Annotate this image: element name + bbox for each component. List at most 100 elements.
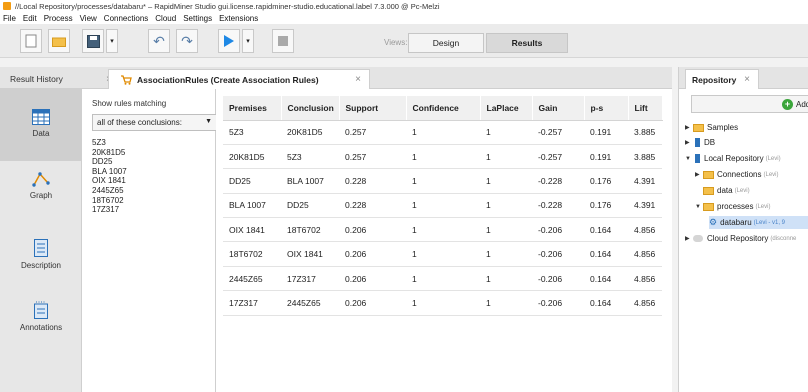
- table-row[interactable]: 18T6702 OIX 1841 0.206 1 1 -0.206 0.164 …: [223, 241, 662, 267]
- list-item[interactable]: BLA 1007: [92, 167, 215, 177]
- nav-label: Data: [32, 129, 50, 138]
- table-row[interactable]: DD25 BLA 1007 0.228 1 1 -0.228 0.176 4.3…: [223, 168, 662, 194]
- close-icon[interactable]: ×: [744, 74, 750, 85]
- cell-gain: -0.257: [532, 120, 584, 145]
- column-header-ps[interactable]: p-s: [584, 96, 629, 121]
- cell-lift: 4.391: [628, 168, 662, 194]
- cell-conclusion: 18T6702: [281, 217, 339, 243]
- nav-annotations[interactable]: Annotations: [0, 301, 82, 351]
- list-item[interactable]: OIX 1841: [92, 176, 215, 186]
- cell-support: 0.206: [339, 290, 406, 316]
- tree-item-cloud-repository[interactable]: ▶ Cloud Repository (disconne: [685, 234, 796, 243]
- column-header-lift[interactable]: Lift: [628, 96, 663, 121]
- cell-support: 0.228: [339, 168, 406, 194]
- menu-cloud[interactable]: Cloud: [155, 14, 176, 23]
- menu-file[interactable]: File: [3, 14, 16, 23]
- menu-view[interactable]: View: [80, 14, 97, 23]
- owner-label: (Levi): [763, 171, 779, 178]
- new-process-button[interactable]: [20, 29, 42, 53]
- cell-confidence: 1: [406, 193, 480, 219]
- cell-support: 0.228: [339, 193, 406, 219]
- column-header-confidence[interactable]: Confidence: [406, 96, 481, 121]
- table-row[interactable]: 17Z317 2445Z65 0.206 1 1 -0.206 0.164 4.…: [223, 290, 662, 316]
- match-mode-select[interactable]: all of these conclusions: ▼: [92, 114, 217, 131]
- menu-extensions[interactable]: Extensions: [219, 14, 258, 23]
- cell-lift: 4.856: [628, 290, 662, 316]
- tree-label: processes: [717, 202, 754, 211]
- list-item[interactable]: 18T6702: [92, 196, 215, 206]
- status-label: (disconne: [770, 235, 797, 242]
- column-header-support[interactable]: Support: [339, 96, 407, 121]
- conclusion-list[interactable]: 5Z3 20K81D5 DD25 BLA 1007 OIX 1841 2445Z…: [92, 138, 215, 215]
- cell-premises: 2445Z65: [223, 266, 281, 292]
- cell-ps: 0.164: [584, 241, 628, 267]
- redo-button[interactable]: ↷: [176, 29, 198, 53]
- table-row[interactable]: 5Z3 20K81D5 0.257 1 1 -0.257 0.191 3.885: [223, 120, 662, 145]
- cell-ps: 0.164: [584, 266, 628, 292]
- add-data-button[interactable]: + Add Da: [691, 95, 808, 113]
- open-button[interactable]: [48, 29, 70, 53]
- table-row[interactable]: 2445Z65 17Z317 0.206 1 1 -0.206 0.164 4.…: [223, 266, 662, 292]
- collapse-icon[interactable]: ▼: [685, 156, 693, 162]
- tab-association-rules[interactable]: AssociationRules (Create Association Rul…: [108, 69, 370, 89]
- expand-icon[interactable]: ▶: [695, 171, 703, 178]
- save-button[interactable]: [82, 29, 104, 53]
- tree-label: DB: [704, 138, 716, 147]
- table-row[interactable]: OIX 1841 18T6702 0.206 1 1 -0.206 0.164 …: [223, 217, 662, 243]
- tab-result-history[interactable]: Result History ×: [0, 69, 120, 89]
- nav-description[interactable]: Description: [0, 239, 82, 289]
- tree-item-processes[interactable]: ▼ processes (Levi): [695, 202, 770, 211]
- menu-settings[interactable]: Settings: [183, 14, 212, 23]
- nav-data[interactable]: Data: [0, 89, 82, 161]
- tree-label: Cloud Repository: [707, 234, 769, 243]
- column-header-premises[interactable]: Premises: [223, 96, 282, 121]
- column-header-conclusion[interactable]: Conclusion: [281, 96, 340, 121]
- tree-item-samples[interactable]: ▶ Samples: [685, 123, 738, 132]
- run-button[interactable]: [218, 29, 240, 53]
- expand-icon[interactable]: ▶: [685, 124, 693, 131]
- expand-icon[interactable]: ▶: [685, 139, 693, 146]
- nav-graph[interactable]: Graph: [0, 171, 82, 221]
- menu-edit[interactable]: Edit: [23, 14, 37, 23]
- list-item[interactable]: 20K81D5: [92, 148, 215, 158]
- collapse-icon[interactable]: ▼: [695, 204, 703, 210]
- list-item[interactable]: 17Z317: [92, 205, 215, 215]
- tree-label: Samples: [707, 123, 739, 132]
- tree-item-db[interactable]: ▶ DB: [685, 138, 715, 147]
- close-icon[interactable]: ×: [355, 74, 361, 85]
- list-item[interactable]: 2445Z65: [92, 186, 215, 196]
- save-dropdown-button[interactable]: ▾: [106, 29, 118, 53]
- undo-button[interactable]: ↶: [148, 29, 170, 53]
- tab-repository[interactable]: Repository ×: [685, 69, 759, 89]
- stop-button[interactable]: [272, 29, 294, 53]
- cell-laplace: 1: [480, 290, 532, 316]
- folder-icon: [703, 170, 714, 179]
- tree-item-connections[interactable]: ▶ Connections (Levi): [695, 170, 779, 179]
- annotations-icon: [34, 301, 48, 319]
- cell-laplace: 1: [480, 120, 532, 145]
- cell-conclusion: 20K81D5: [281, 120, 339, 145]
- tree-item-local-repository[interactable]: ▼ Local Repository (Levi): [685, 154, 781, 163]
- cell-ps: 0.176: [584, 168, 628, 194]
- run-dropdown-button[interactable]: ▾: [242, 29, 254, 53]
- cell-premises: OIX 1841: [223, 217, 281, 243]
- design-view-button[interactable]: Design: [408, 33, 484, 53]
- cell-ps: 0.191: [584, 144, 628, 170]
- tree-item-databaru[interactable]: ⚙ databaru (Levi - v1, 9: [709, 216, 808, 229]
- column-header-laplace[interactable]: LaPlace: [480, 96, 533, 121]
- menu-process[interactable]: Process: [44, 14, 73, 23]
- list-item[interactable]: 5Z3: [92, 138, 215, 148]
- table-icon: [32, 109, 50, 125]
- table-row[interactable]: 20K81D5 5Z3 0.257 1 1 -0.257 0.191 3.885: [223, 144, 662, 170]
- tree-item-data[interactable]: data (Levi): [703, 186, 750, 195]
- cell-ps: 0.176: [584, 193, 628, 219]
- nav-label: Annotations: [19, 323, 63, 332]
- graph-icon: [32, 172, 50, 187]
- menu-connections[interactable]: Connections: [104, 14, 148, 23]
- cell-lift: 3.885: [628, 144, 662, 170]
- list-item[interactable]: DD25: [92, 157, 215, 167]
- table-row[interactable]: BLA 1007 DD25 0.228 1 1 -0.228 0.176 4.3…: [223, 193, 662, 219]
- column-header-gain[interactable]: Gain: [532, 96, 585, 121]
- results-view-button[interactable]: Results: [486, 33, 568, 53]
- expand-icon[interactable]: ▶: [685, 235, 693, 242]
